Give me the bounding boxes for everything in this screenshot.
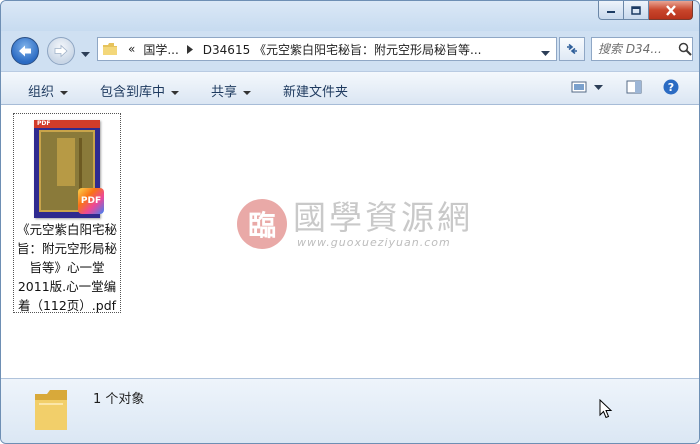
chevron-down-icon <box>594 85 603 90</box>
file-name-line: 《元空紫白阳宅秘 <box>16 222 117 237</box>
file-item[interactable]: PDF PDF 《元空紫白阳宅秘 旨：附元空形局秘 旨等》心一堂 2011版.心… <box>13 113 121 313</box>
chevron-down-icon <box>243 90 252 95</box>
pdf-strip-label: PDF <box>34 120 100 128</box>
folder-icon <box>103 43 117 55</box>
view-options-dropdown[interactable] <box>594 80 603 98</box>
file-name: 《元空紫白阳宅秘 旨：附元空形局秘 旨等》心一堂 2011版.心一堂编 着（11… <box>14 220 120 315</box>
refresh-icon <box>567 43 577 55</box>
pdf-badge-icon: PDF <box>78 188 104 214</box>
watermark: 臨 國學資源網 www.guoxueziyuan.com <box>237 199 473 249</box>
details-pane: 1 个对象 <box>1 378 699 443</box>
item-count: 1 个对象 <box>93 392 145 407</box>
change-view-button[interactable] <box>571 80 587 98</box>
forward-button[interactable] <box>47 37 75 65</box>
chevron-down-icon <box>81 52 90 57</box>
file-name-line: 旨等》心一堂 <box>29 260 105 275</box>
file-name-line: 旨：附元空形局秘 <box>16 241 117 256</box>
svg-text:?: ? <box>668 81 674 94</box>
forward-arrow-icon <box>54 44 68 58</box>
new-folder-button[interactable]: 新建文件夹 <box>283 81 348 100</box>
minimize-icon <box>607 11 615 13</box>
minimize-button[interactable] <box>598 1 624 20</box>
title-bar[interactable] <box>1 1 699 31</box>
file-name-line: 着（112页）.pdf <box>17 298 117 313</box>
maximize-button[interactable] <box>624 1 649 20</box>
watermark-title: 國學資源網 <box>293 197 473 237</box>
view-icon <box>571 81 587 93</box>
close-icon <box>665 4 676 16</box>
breadcrumb: « 国学... D34615 《元空紫白阳宅秘旨：附元空形局秘旨等... <box>118 41 489 58</box>
chevron-right-icon[interactable] <box>186 44 193 54</box>
command-bar: 组织 包含到库中 共享 新建文件夹 ? <box>1 71 699 105</box>
file-name-line: 2011版.心一堂编 <box>17 279 117 294</box>
watermark-seal: 臨 <box>237 199 287 249</box>
navigation-bar: « 国学... D34615 《元空紫白阳宅秘旨：附元空形局秘旨等... <box>1 31 699 69</box>
recent-pages-dropdown[interactable] <box>81 47 90 61</box>
organize-label: 组织 <box>28 85 55 100</box>
address-history-dropdown[interactable] <box>541 46 550 60</box>
search-input[interactable] <box>592 41 676 57</box>
breadcrumb-overflow[interactable]: « <box>128 42 135 56</box>
maximize-icon <box>631 5 641 15</box>
help-button[interactable]: ? <box>663 79 679 99</box>
refresh-button[interactable] <box>559 37 585 61</box>
watermark-url: www.guoxueziyuan.com <box>297 235 451 249</box>
address-bar[interactable]: « 国学... D34615 《元空紫白阳宅秘旨：附元空形局秘旨等... <box>97 37 557 61</box>
back-arrow-icon <box>19 45 31 57</box>
file-list-pane[interactable]: PDF PDF 《元空紫白阳宅秘 旨：附元空形局秘 旨等》心一堂 2011版.心… <box>1 105 699 378</box>
share-menu[interactable]: 共享 <box>211 81 252 100</box>
back-button[interactable] <box>11 37 39 65</box>
close-button[interactable] <box>649 1 693 20</box>
search-icon[interactable] <box>678 42 692 56</box>
help-icon: ? <box>663 79 679 95</box>
share-label: 共享 <box>211 85 238 100</box>
preview-pane-icon <box>626 80 642 94</box>
search-box[interactable] <box>591 37 693 61</box>
chevron-down-icon <box>171 90 180 95</box>
explorer-window: « 国学... D34615 《元空紫白阳宅秘旨：附元空形局秘旨等... 组织 … <box>0 0 700 444</box>
window-controls <box>598 1 693 20</box>
include-in-library-menu[interactable]: 包含到库中 <box>100 81 180 100</box>
chevron-down-icon <box>541 51 550 56</box>
include-in-library-label: 包含到库中 <box>100 85 166 100</box>
folder-icon <box>33 386 69 435</box>
chevron-down-icon <box>60 90 69 95</box>
breadcrumb-item[interactable]: 国学... <box>143 41 178 58</box>
preview-pane-button[interactable] <box>626 80 642 98</box>
new-folder-label: 新建文件夹 <box>283 85 349 100</box>
organize-menu[interactable]: 组织 <box>28 81 69 100</box>
mouse-cursor-icon <box>599 398 613 422</box>
breadcrumb-item[interactable]: D34615 《元空紫白阳宅秘旨：附元空形局秘旨等... <box>203 41 482 58</box>
